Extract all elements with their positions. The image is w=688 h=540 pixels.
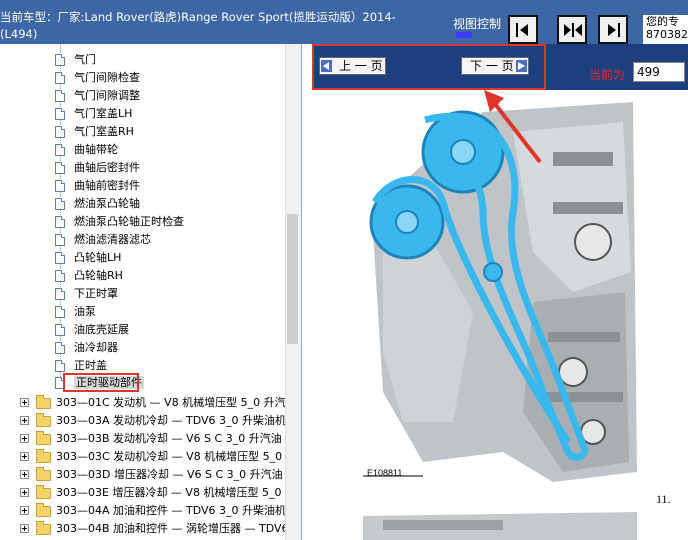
plus-box-icon[interactable] <box>20 488 29 497</box>
folder-icon <box>36 431 51 445</box>
folder-item[interactable]: 303—03A 发动机冷却 — TDV6 3_0 升柴油机 <box>0 412 288 430</box>
document-icon <box>55 90 65 102</box>
next-illustration-top <box>363 512 637 540</box>
folder-label: 303—04A 加油和控件 — TDV6 3_0 升柴油机 <box>56 504 287 517</box>
document-icon <box>55 360 65 372</box>
tree-item-label: 气门 <box>74 53 96 66</box>
folder-icon <box>36 395 51 409</box>
double-arrow-in-icon <box>564 23 582 37</box>
current-page-label: 当前为 <box>589 68 626 82</box>
plus-box-icon[interactable] <box>20 524 29 533</box>
folder-item[interactable]: 303—03E 增压器冷却 — V8 机械增压型 5_0 <box>0 484 288 502</box>
account-info-line2: 870382 <box>646 28 688 41</box>
tree-item-label: 燃油滤清器滤芯 <box>74 233 151 246</box>
fit-view-button[interactable] <box>557 15 587 44</box>
document-icon <box>55 54 65 66</box>
arrow-left-bar-icon <box>516 23 528 37</box>
folder-item[interactable]: 303—03C 发动机冷却 — V8 机械增压型 5_0 <box>0 448 288 466</box>
figure-id: E108811 <box>367 468 403 478</box>
document-icon <box>55 288 65 300</box>
folder-label: 303—03B 发动机冷却 — V6 S C 3_0 升汽油 <box>56 432 282 445</box>
arrow-right-bar-icon <box>608 23 620 37</box>
plus-box-icon[interactable] <box>20 434 29 443</box>
tree-item-label: 燃油泵凸轮轴 <box>74 197 140 210</box>
document-icon <box>55 126 65 138</box>
account-info: 您的专 870382 <box>643 15 688 44</box>
page-number: 11. <box>656 492 671 506</box>
folder-label: 303—04B 加油和控件 — 涡轮增压器 — TDV6 <box>56 522 288 535</box>
plus-box-icon[interactable] <box>20 416 29 425</box>
plus-box-icon[interactable] <box>20 452 29 461</box>
document-icon <box>55 234 65 246</box>
folder-icon <box>36 449 51 463</box>
folder-label: 303—01C 发动机 — V8 机械增压型 5_0 升汽油 <box>56 396 288 409</box>
folder-icon <box>36 485 51 499</box>
tree-item-label: 气门室盖RH <box>74 125 134 138</box>
document-icon <box>55 270 65 282</box>
document-icon <box>55 216 65 228</box>
folder-icon <box>36 521 51 535</box>
plus-box-icon[interactable] <box>20 506 29 515</box>
tree-scrollbar-thumb[interactable] <box>287 214 298 344</box>
document-icon <box>55 252 65 264</box>
folder-icon <box>36 503 51 517</box>
account-info-line1: 您的专 <box>646 15 679 28</box>
view-control-label: 视图控制 <box>453 17 502 31</box>
document-icon <box>55 162 65 174</box>
pager-highlight-box <box>312 44 546 90</box>
tree-item-label: 油底壳延展 <box>74 323 129 336</box>
document-icon <box>55 306 65 318</box>
document-tree: 气门 气门间隙检查 气门间隙调整 气门室盖LH 气门室盖RH 曲轴带轮 曲轴后密… <box>0 44 302 540</box>
plus-box-icon[interactable] <box>20 398 29 407</box>
callout-arrow-icon <box>484 90 542 164</box>
tree-item-label: 下正时罩 <box>74 287 118 300</box>
folder-label: 303—03E 增压器冷却 — V8 机械增压型 5_0 <box>56 486 282 499</box>
tree-item-label: 凸轮轴RH <box>74 269 123 282</box>
current-vehicle-title: 当前车型：厂家:Land Rover(路虎)Range Rover Sport(… <box>0 10 396 41</box>
tree-item-label: 曲轴带轮 <box>74 143 118 156</box>
document-icon <box>55 198 65 210</box>
tree-item-label: 油泵 <box>74 305 96 318</box>
tree-item-label: 曲轴后密封件 <box>74 161 140 174</box>
document-icon <box>55 72 65 84</box>
folder-label: 303—03C 发动机冷却 — V8 机械增压型 5_0 <box>56 450 283 463</box>
plus-box-icon[interactable] <box>20 470 29 479</box>
folder-icon <box>36 467 51 481</box>
selection-highlight <box>63 373 139 392</box>
previous-view-button[interactable] <box>508 15 538 44</box>
document-icon <box>55 108 65 120</box>
folder-item[interactable]: 303—03D 增压器冷却 — V6 S C 3_0 升汽油 <box>0 466 288 484</box>
folder-item[interactable]: 303—04B 加油和控件 — 涡轮增压器 — TDV6 <box>0 520 288 538</box>
tree-item-label: 气门间隙检查 <box>74 71 140 84</box>
document-icon <box>55 180 65 192</box>
tree-item-label: 燃油泵凸轮轴正时检查 <box>74 215 184 228</box>
tree-item-label: 油冷却器 <box>74 341 118 354</box>
folder-item[interactable]: 303—04A 加油和控件 — TDV6 3_0 升柴油机 <box>0 502 288 520</box>
tree-item-label: 曲轴前密封件 <box>74 179 140 192</box>
current-page-input[interactable] <box>633 62 685 82</box>
tree-item-label: 气门间隙调整 <box>74 89 140 102</box>
document-icon <box>55 324 65 336</box>
folder-label: 303—03A 发动机冷却 — TDV6 3_0 升柴油机 <box>56 414 287 427</box>
view-indicator <box>456 32 472 38</box>
folder-item[interactable]: 303—03B 发动机冷却 — V6 S C 3_0 升汽油 <box>0 430 288 448</box>
folder-icon <box>36 413 51 427</box>
folder-item[interactable]: 303—01C 发动机 — V8 机械增压型 5_0 升汽油 <box>0 394 288 412</box>
document-icon <box>55 144 65 156</box>
folder-label: 303—03D 增压器冷却 — V6 S C 3_0 升汽油 <box>56 468 283 481</box>
document-icon <box>55 342 65 354</box>
tree-item-label: 凸轮轴LH <box>74 251 122 264</box>
next-view-button[interactable] <box>598 15 628 44</box>
top-header: 当前车型：厂家:Land Rover(路虎)Range Rover Sport(… <box>0 0 688 44</box>
tree-item-label: 气门室盖LH <box>74 107 133 120</box>
